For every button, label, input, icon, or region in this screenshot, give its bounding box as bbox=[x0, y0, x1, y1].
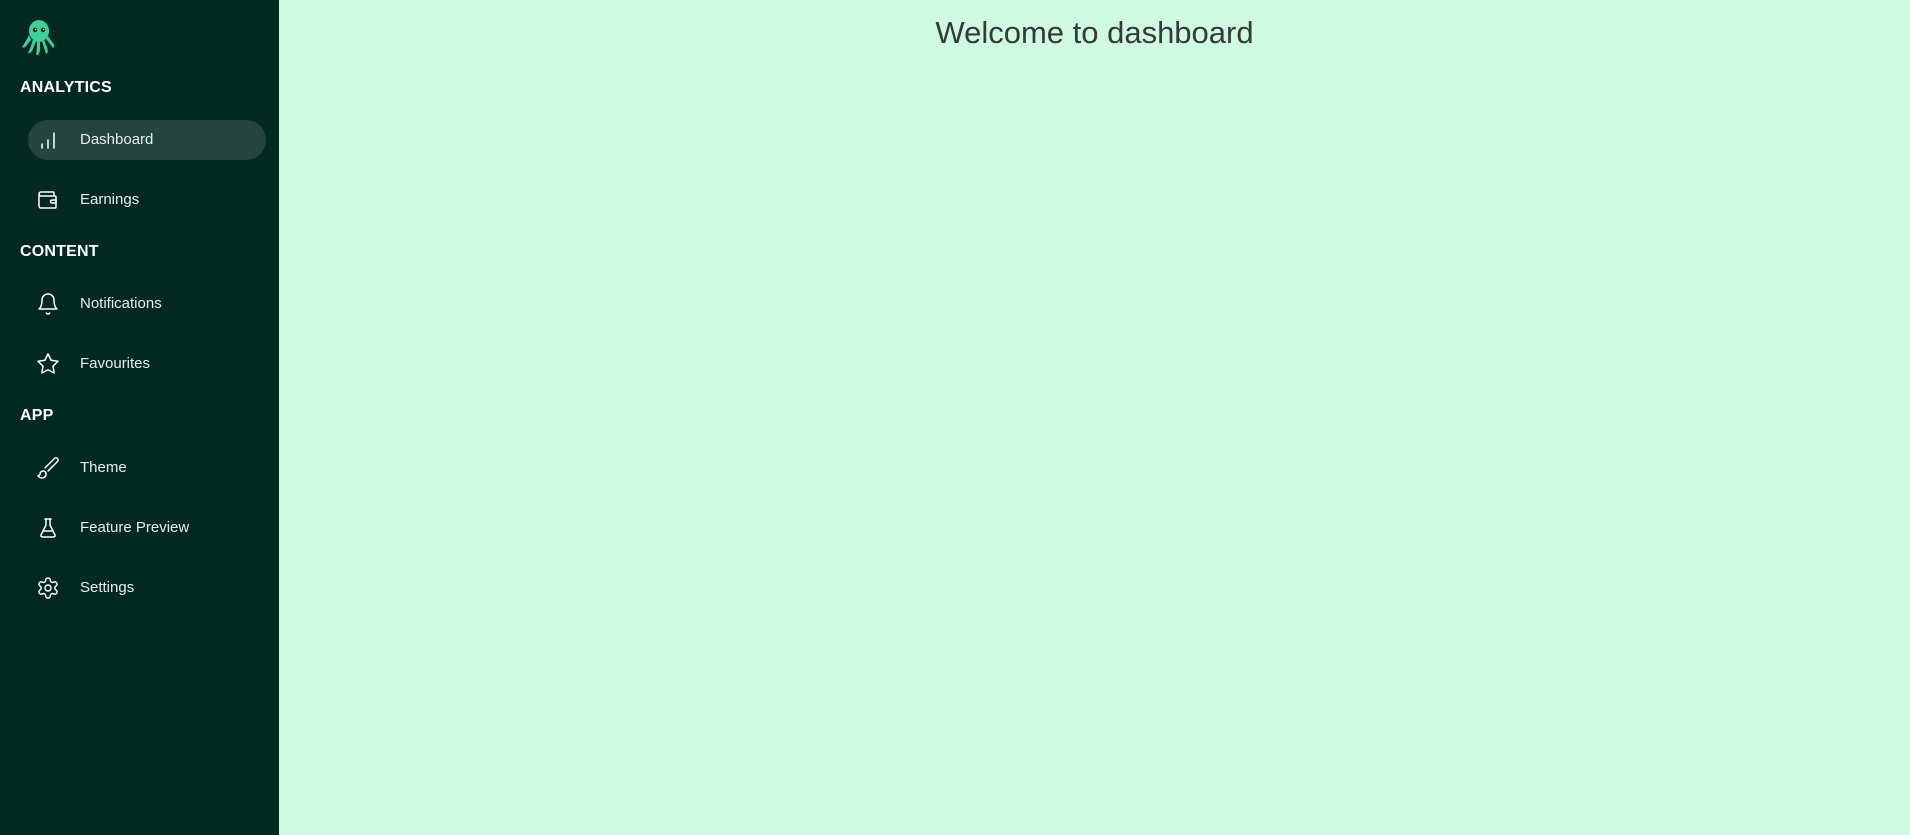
brush-icon bbox=[36, 456, 60, 480]
sidebar-item-favourites[interactable]: Favourites bbox=[28, 344, 266, 384]
flask-icon bbox=[36, 516, 60, 540]
gear-icon bbox=[36, 576, 60, 600]
sidebar-item-label: Theme bbox=[80, 459, 127, 476]
bell-icon bbox=[36, 292, 60, 316]
section-title-content: CONTENT bbox=[20, 243, 99, 260]
sidebar: ANALYTICS Dashboard Earnings CONTENT Not… bbox=[0, 0, 279, 835]
sidebar-item-label: Feature Preview bbox=[80, 519, 190, 536]
sidebar-item-feature-preview[interactable]: Feature Preview bbox=[28, 508, 266, 548]
section-title-analytics: ANALYTICS bbox=[20, 79, 112, 96]
main-content: Welcome to dashboard bbox=[279, 0, 1910, 835]
sidebar-item-label: Settings bbox=[80, 579, 135, 596]
app-root: ANALYTICS Dashboard Earnings CONTENT Not… bbox=[0, 0, 1910, 835]
wallet-icon bbox=[36, 188, 60, 212]
octopus-logo-icon[interactable] bbox=[20, 17, 58, 57]
sidebar-item-dashboard[interactable]: Dashboard bbox=[28, 120, 266, 160]
section-title-app: APP bbox=[20, 407, 54, 424]
bar-chart-icon bbox=[36, 128, 60, 152]
sidebar-item-label: Dashboard bbox=[80, 131, 154, 148]
sidebar-item-settings[interactable]: Settings bbox=[28, 568, 266, 608]
page-title: Welcome to dashboard bbox=[935, 15, 1254, 50]
star-icon bbox=[36, 352, 60, 376]
sidebar-item-theme[interactable]: Theme bbox=[28, 448, 266, 488]
sidebar-item-label: Notifications bbox=[80, 295, 162, 312]
sidebar-item-label: Earnings bbox=[80, 191, 140, 208]
sidebar-item-earnings[interactable]: Earnings bbox=[28, 180, 266, 220]
sidebar-item-label: Favourites bbox=[80, 355, 151, 372]
sidebar-item-notifications[interactable]: Notifications bbox=[28, 284, 266, 324]
